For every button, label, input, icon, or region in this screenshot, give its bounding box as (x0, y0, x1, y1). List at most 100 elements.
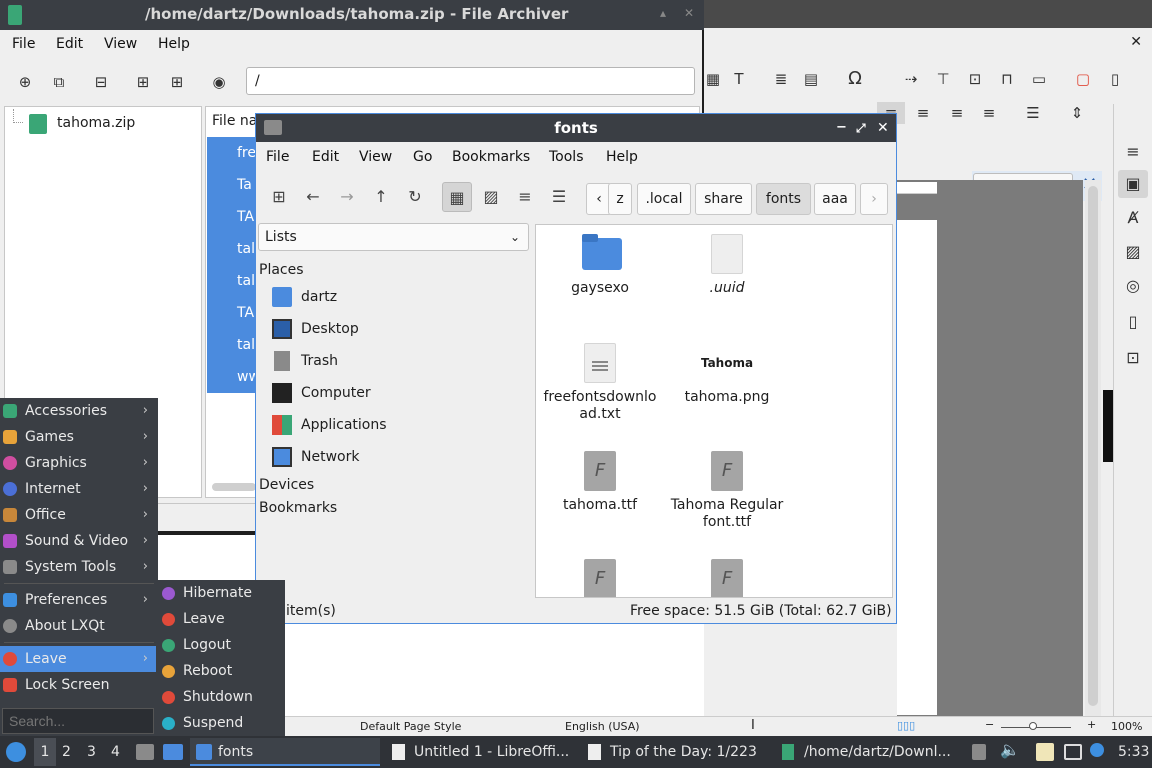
fm-menu-help[interactable]: Help (606, 149, 638, 165)
breadcrumb-fonts[interactable]: fonts (756, 183, 811, 215)
places-heading[interactable]: Places (259, 262, 304, 278)
open-archive-icon[interactable]: ⧉ (48, 71, 70, 93)
menu-search-input[interactable] (2, 708, 154, 734)
fm-menu-bookmarks[interactable]: Bookmarks (452, 149, 530, 165)
fa-menu-edit[interactable]: Edit (56, 36, 83, 52)
breadcrumb-z[interactable]: z (608, 183, 632, 215)
sidebar-handle[interactable] (1103, 390, 1113, 462)
align-right-icon[interactable]: ≡ (946, 102, 968, 124)
page-style-label[interactable]: Default Page Style (360, 720, 461, 733)
language-label[interactable]: English (USA) (565, 720, 640, 733)
cross-reference-icon[interactable]: ▭ (1028, 68, 1050, 90)
menu-item-leave[interactable]: Leave › (0, 646, 158, 672)
menu-item-sound-video[interactable]: Sound & Video › (0, 528, 158, 554)
network-status-icon[interactable] (1064, 744, 1082, 760)
menu-item-accessories[interactable]: Accessories › (0, 398, 158, 424)
line-spacing-icon[interactable]: ☰ (1022, 102, 1044, 124)
file-item[interactable]: gaysexo (536, 234, 664, 297)
fa-hscroll-thumb[interactable] (212, 483, 256, 491)
clock[interactable]: 5:33 (1118, 738, 1149, 766)
up-icon[interactable]: ↑ (366, 182, 396, 212)
fa-menu-view[interactable]: View (104, 36, 137, 52)
fm-maximize-icon[interactable]: ⤢ (856, 114, 866, 142)
file-item[interactable]: F (536, 559, 664, 597)
reload-icon[interactable]: ↻ (400, 182, 430, 212)
menu-item-games[interactable]: Games › (0, 424, 158, 450)
sidebar-menu-icon[interactable]: ≡ (1118, 138, 1148, 166)
hyperlink-icon[interactable]: ⇢ (900, 68, 922, 90)
field-icon[interactable]: ▤ (800, 68, 822, 90)
add-folder-icon[interactable]: ⊞ (166, 71, 188, 93)
fa-path-input[interactable]: / (246, 67, 695, 95)
bookmarks-heading[interactable]: Bookmarks (259, 500, 337, 516)
devices-heading[interactable]: Devices (259, 477, 314, 493)
fm-menu-edit[interactable]: Edit (312, 149, 339, 165)
zoom-out-icon[interactable]: − (985, 718, 994, 731)
special-char-icon[interactable]: Ω (844, 68, 866, 90)
submenu-item-logout[interactable]: Logout (156, 632, 285, 658)
endnote-icon[interactable]: ⊡ (964, 68, 986, 90)
document-scrollbar[interactable] (1085, 180, 1101, 716)
updates-icon[interactable] (1090, 743, 1104, 757)
desktop-2[interactable]: 2 (62, 738, 76, 766)
file-manager-launcher-icon[interactable] (163, 744, 183, 760)
align-center-icon[interactable]: ≡ (912, 102, 934, 124)
crumb-scroll-right-icon[interactable]: › (860, 183, 888, 215)
column-header-filename[interactable]: File na (212, 113, 257, 129)
back-icon[interactable]: ← (298, 182, 328, 212)
file-item[interactable]: freefontsdownload.txt (536, 343, 664, 423)
submenu-item-shutdown[interactable]: Shutdown (156, 684, 285, 710)
table-row[interactable]: TA (207, 201, 259, 233)
view-layout-icons[interactable]: ▯▯▯ (897, 719, 915, 732)
submenu-item-reboot[interactable]: Reboot (156, 658, 285, 684)
menu-item-lock-screen[interactable]: Lock Screen (0, 672, 158, 698)
close-icon[interactable]: ✕ (684, 6, 694, 20)
table-row[interactable]: tal (207, 265, 259, 297)
task-libreoffice[interactable]: Untitled 1 - LibreOffi... (386, 738, 576, 766)
menu-item-preferences[interactable]: Preferences › (0, 587, 158, 613)
table-row[interactable]: fre (207, 137, 259, 169)
submenu-item-hibernate[interactable]: Hibernate (156, 580, 285, 606)
new-tab-icon[interactable]: ⊞ (264, 182, 294, 212)
navigator-icon[interactable]: ◎ (1118, 272, 1148, 300)
extract-icon[interactable]: ⊟ (90, 71, 112, 93)
menu-item-graphics[interactable]: Graphics › (0, 450, 158, 476)
table-row[interactable]: tal (207, 233, 259, 265)
paragraph-spacing-icon[interactable]: ⇕ (1066, 102, 1088, 124)
comment-icon[interactable]: ▢ (1072, 68, 1094, 90)
task-fonts[interactable]: fonts (190, 738, 380, 766)
icon-view-icon[interactable]: ▦ (442, 182, 472, 212)
file-archiver-titlebar[interactable]: /home/dartz/Downloads/tahoma.zip - File … (0, 0, 704, 30)
detailed-view-icon[interactable]: ☰ (544, 182, 574, 212)
file-view[interactable]: gaysexo .uuid freefontsdownload.txt Taho… (535, 224, 893, 598)
menu-item-internet[interactable]: Internet › (0, 476, 158, 502)
add-files-icon[interactable]: ⊞ (132, 71, 154, 93)
zoom-slider-knob[interactable] (1029, 722, 1037, 730)
file-item[interactable]: F tahoma.ttf (536, 451, 664, 514)
file-item[interactable]: .uuid (663, 234, 791, 297)
table-row[interactable]: ww (207, 361, 259, 393)
desktop-1[interactable]: 1 (34, 738, 56, 766)
lxqt-menu-icon[interactable] (6, 742, 26, 762)
forward-icon[interactable]: → (332, 182, 362, 212)
desktop-4[interactable]: 4 (111, 738, 125, 766)
zoom-in-icon[interactable]: + (1087, 718, 1096, 731)
menu-item-system-tools[interactable]: System Tools › (0, 554, 158, 580)
sidebar-mode-select[interactable]: Lists ⌄ (258, 223, 529, 251)
properties-icon[interactable]: ▣ (1118, 170, 1148, 198)
new-archive-icon[interactable]: ⊕ (14, 71, 36, 93)
tree-item-tahoma-zip[interactable]: tahoma.zip (57, 115, 135, 131)
document-page[interactable] (897, 220, 937, 715)
file-item[interactable]: F (663, 559, 791, 597)
fm-menu-view[interactable]: View (359, 149, 392, 165)
fa-menu-help[interactable]: Help (158, 36, 190, 52)
removable-media-icon[interactable] (972, 744, 986, 760)
breadcrumb-share[interactable]: share (695, 183, 752, 215)
fm-menu-file[interactable]: File (266, 149, 289, 165)
fm-menu-tools[interactable]: Tools (549, 149, 584, 165)
clipboard-icon[interactable] (1036, 743, 1054, 761)
bookmark-icon[interactable]: ⊓ (996, 68, 1018, 90)
zoom-level[interactable]: 100% (1111, 720, 1142, 733)
file-item[interactable]: Tahoma tahoma.png (663, 343, 791, 406)
task-tip-of-the-day[interactable]: Tip of the Day: 1/223 (582, 738, 772, 766)
